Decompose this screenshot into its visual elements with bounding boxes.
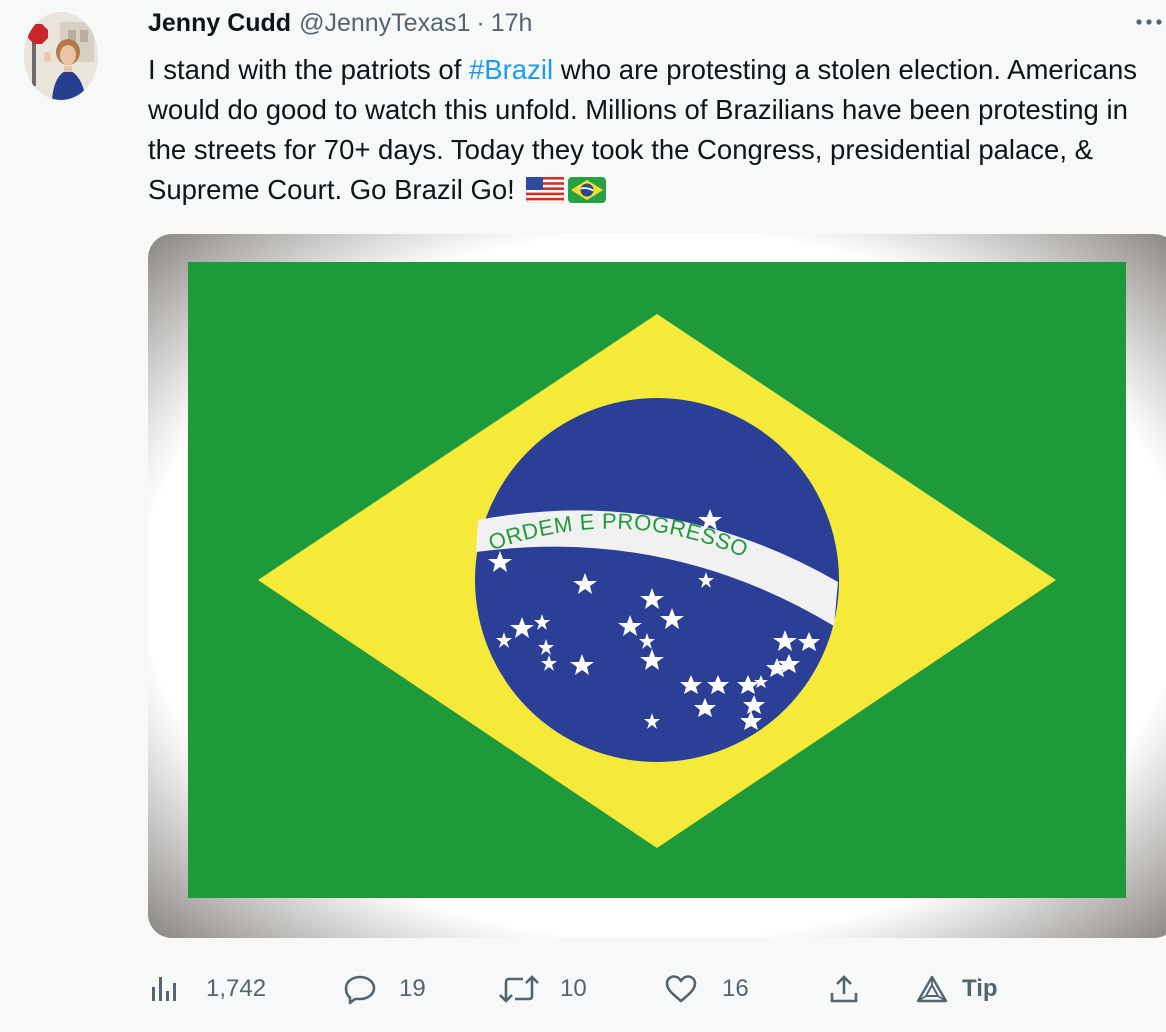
hashtag-link[interactable]: #Brazil (469, 54, 553, 85)
reply-button[interactable]: 19 (342, 966, 426, 1012)
like-button[interactable]: 16 (664, 966, 749, 1012)
author-handle[interactable]: @JennyTexas1 (299, 9, 470, 38)
tip-button[interactable]: Tip (916, 966, 998, 1012)
heart-icon (665, 975, 697, 1003)
brazil-flag-image: ORDEM E PROGRESSO (148, 234, 1166, 938)
retweet-count: 10 (560, 975, 587, 1002)
retweet-button[interactable]: 10 (498, 966, 587, 1012)
author-name[interactable]: Jenny Cudd (148, 9, 291, 38)
views-count: 1,742 (206, 975, 267, 1002)
us-flag-emoji (526, 174, 565, 214)
separator-dot: · (476, 8, 485, 37)
tweet: Jenny Cudd @JennyTexas1 · 17h I stand wi… (0, 0, 1166, 1032)
share-button[interactable] (828, 966, 860, 1012)
more-icon (1136, 19, 1162, 25)
avatar[interactable] (24, 12, 98, 100)
reply-count: 19 (399, 975, 426, 1002)
timestamp[interactable]: 17h (491, 9, 533, 38)
share-icon (830, 975, 858, 1003)
brazil-flag-emoji (568, 174, 607, 214)
like-count: 16 (722, 975, 749, 1002)
tweet-text: I stand with the patriots of #Brazil who… (148, 50, 1158, 214)
retweet-icon (499, 975, 539, 1003)
more-options-button[interactable] (1132, 6, 1166, 36)
tip-icon (916, 975, 948, 1003)
views-chart-icon (152, 977, 176, 1001)
tweet-actions: 1,742 19 10 16 Tip (148, 966, 1148, 1012)
tip-label: Tip (962, 975, 998, 1002)
tweet-text-start: I stand with the patriots of (148, 54, 470, 85)
views-button[interactable]: 1,742 (148, 966, 266, 1012)
tweet-header: Jenny Cudd @JennyTexas1 · 17h (148, 8, 532, 38)
avatar-image (24, 12, 98, 100)
reply-icon (344, 975, 376, 1005)
tweet-media-image[interactable]: ORDEM E PROGRESSO (148, 234, 1166, 938)
